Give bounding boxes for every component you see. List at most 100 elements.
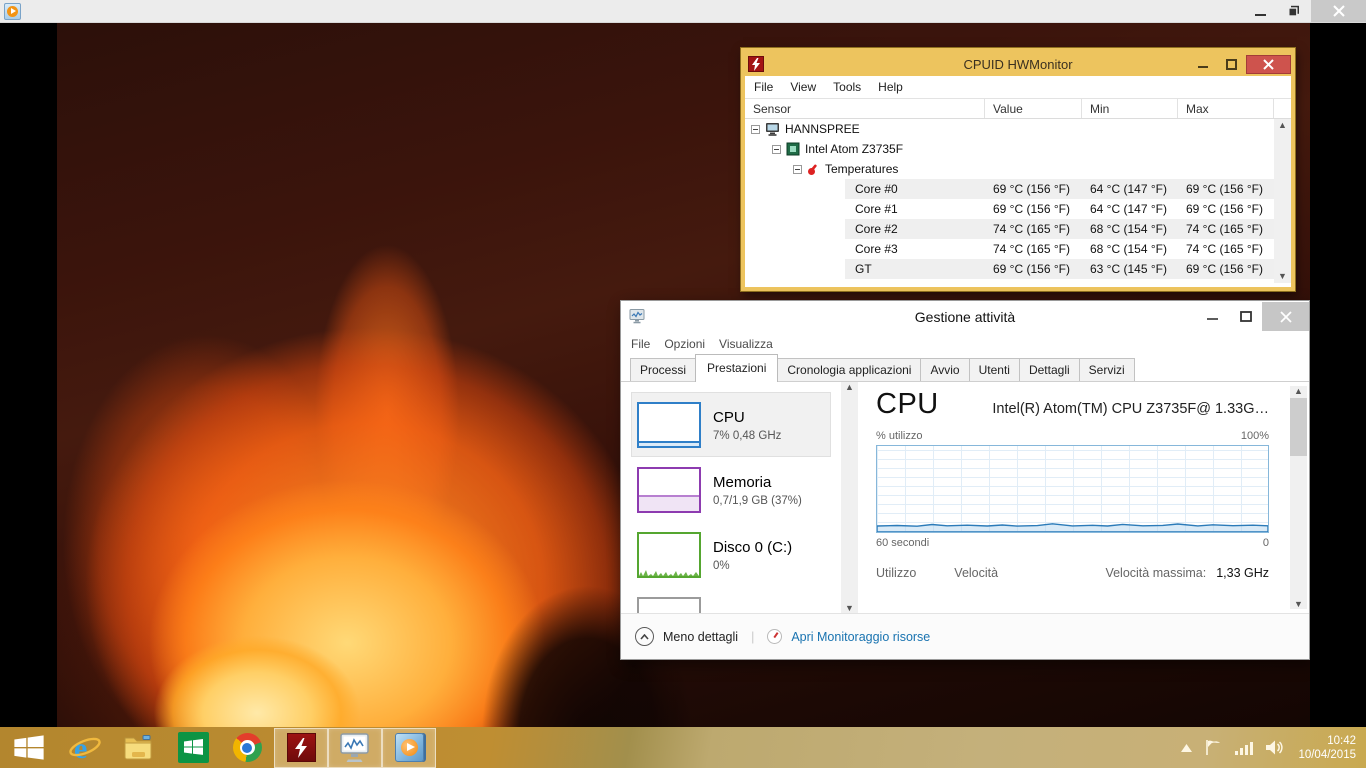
- tab-processi[interactable]: Processi: [630, 358, 696, 382]
- tab-dettagli[interactable]: Dettagli: [1019, 358, 1080, 382]
- sidebar-item-label: Disco 0 (C:): [713, 538, 792, 557]
- tree-row-computer[interactable]: HANNSPREE: [745, 119, 1274, 139]
- task-manager-minimize-button[interactable]: [1196, 302, 1229, 331]
- menu-opzioni[interactable]: Opzioni: [664, 337, 705, 351]
- scroll-up-icon[interactable]: ▲: [1278, 119, 1287, 132]
- taskbar-item-hwmonitor[interactable]: [274, 728, 328, 768]
- open-resource-monitor-link[interactable]: Apri Monitoraggio risorse: [791, 630, 930, 644]
- menu-help[interactable]: Help: [878, 80, 903, 94]
- menu-tools[interactable]: Tools: [833, 80, 861, 94]
- taskbar-clock[interactable]: 10:42 10/04/2015: [1298, 734, 1356, 762]
- task-manager-maximize-button[interactable]: [1229, 302, 1262, 331]
- collapse-box-icon[interactable]: [751, 125, 760, 134]
- sidebar-scrollbar[interactable]: ▲ ▼: [841, 382, 858, 613]
- task-manager-close-button[interactable]: [1262, 302, 1309, 331]
- sensor-row[interactable]: GT 69 °C (156 °F) 63 °C (145 °F) 69 °C (…: [745, 259, 1274, 279]
- cpu-usage-graph: [876, 445, 1269, 533]
- cpu-model: Intel(R) Atom(TM) CPU Z3735F@ 1.33G…: [992, 401, 1269, 417]
- tree-cpu-label: Intel Atom Z3735F: [805, 142, 903, 156]
- hwmonitor-maximize-button[interactable]: [1217, 55, 1246, 74]
- sidebar-item-memoria[interactable]: Memoria 0,7/1,9 GB (37%): [631, 457, 831, 522]
- sensor-min: 63 °C (145 °F): [1082, 262, 1178, 276]
- volume-icon[interactable]: [1266, 740, 1285, 755]
- scroll-up-icon[interactable]: ▲: [1294, 386, 1303, 396]
- close-button[interactable]: [1311, 0, 1366, 22]
- sidebar-item-sub: 7% 0,48 GHz: [713, 430, 781, 442]
- taskbar-item-media-player[interactable]: [382, 728, 436, 768]
- sensor-min: 68 °C (154 °F): [1082, 242, 1178, 256]
- tab-utenti[interactable]: Utenti: [969, 358, 1020, 382]
- stat-utilizzo-label: Utilizzo: [876, 566, 916, 580]
- col-value[interactable]: Value: [985, 99, 1082, 118]
- remote-player-titlebar: [0, 0, 1366, 23]
- panel-scrollbar[interactable]: ▲ ▼: [1290, 386, 1307, 609]
- task-manager-window[interactable]: Gestione attività File Opzioni Visualizz…: [620, 300, 1310, 660]
- windows-logo-icon: [14, 734, 44, 761]
- hwmonitor-window[interactable]: CPUID HWMonitor File View Tools Help Sen…: [741, 48, 1295, 291]
- scroll-down-icon[interactable]: ▼: [845, 603, 854, 613]
- action-center-flag-icon[interactable]: [1205, 740, 1222, 755]
- sensor-row[interactable]: Core #1 69 °C (156 °F) 64 °C (147 °F) 69…: [745, 199, 1274, 219]
- sidebar-item-bluetooth[interactable]: Bluetooth: [631, 587, 831, 613]
- col-sensor[interactable]: Sensor: [745, 99, 985, 118]
- hwmonitor-close-button[interactable]: [1246, 55, 1291, 74]
- hwmonitor-scrollbar[interactable]: ▲ ▼: [1274, 119, 1291, 283]
- menu-visualizza[interactable]: Visualizza: [719, 337, 773, 351]
- tab-avvio[interactable]: Avvio: [920, 358, 969, 382]
- sensor-row[interactable]: Core #2 74 °C (165 °F) 68 °C (154 °F) 74…: [745, 219, 1274, 239]
- media-player-icon: [395, 733, 424, 762]
- taskbar-item-file-explorer[interactable]: [112, 728, 166, 768]
- sensor-row[interactable]: Core #0 69 °C (156 °F) 64 °C (147 °F) 69…: [745, 179, 1274, 199]
- sidebar-item-sub: 0,7/1,9 GB (37%): [713, 495, 802, 507]
- y-axis-label: % utilizzo: [876, 430, 922, 442]
- hwmonitor-titlebar[interactable]: CPUID HWMonitor: [745, 52, 1291, 76]
- network-signal-icon[interactable]: [1235, 741, 1253, 755]
- minimize-icon: [1255, 6, 1266, 17]
- folder-icon: [123, 734, 156, 762]
- lightning-icon: [294, 738, 308, 758]
- tree-row-temperatures[interactable]: Temperatures: [745, 159, 1274, 179]
- tab-prestazioni[interactable]: Prestazioni: [695, 354, 778, 382]
- collapse-box-icon[interactable]: [772, 145, 781, 154]
- x-axis-right-label: 0: [1263, 537, 1269, 549]
- collapse-box-icon[interactable]: [793, 165, 802, 174]
- task-manager-app-icon: [629, 309, 645, 324]
- scroll-up-icon[interactable]: ▲: [845, 382, 854, 392]
- task-manager-tabs: Processi Prestazioni Cronologia applicaz…: [621, 355, 1309, 382]
- sensor-name: Core #3: [745, 242, 985, 256]
- restore-button[interactable]: [1277, 0, 1311, 22]
- taskbar-item-store[interactable]: [166, 728, 220, 768]
- sidebar-item-disco[interactable]: Disco 0 (C:) 0%: [631, 522, 831, 587]
- player-window-icon: [4, 3, 21, 20]
- sidebar-item-cpu[interactable]: CPU 7% 0,48 GHz: [631, 392, 831, 457]
- sensor-max: 69 °C (156 °F): [1178, 202, 1274, 216]
- hwmonitor-menubar: File View Tools Help: [745, 76, 1291, 99]
- tree-row-cpu[interactable]: Intel Atom Z3735F: [745, 139, 1274, 159]
- sensor-row[interactable]: Core #3 74 °C (165 °F) 68 °C (154 °F) 74…: [745, 239, 1274, 259]
- menu-file[interactable]: File: [754, 80, 773, 94]
- menu-file[interactable]: File: [631, 337, 650, 351]
- taskbar-item-internet-explorer[interactable]: e: [58, 728, 112, 768]
- hwmonitor-minimize-button[interactable]: [1188, 55, 1217, 74]
- collapse-details-label[interactable]: Meno dettagli: [663, 630, 738, 644]
- sensor-min: 64 °C (147 °F): [1082, 202, 1178, 216]
- taskbar-item-chrome[interactable]: [220, 728, 274, 768]
- taskbar-item-task-manager[interactable]: [328, 728, 382, 768]
- task-manager-titlebar[interactable]: Gestione attività: [621, 301, 1309, 332]
- scroll-down-icon[interactable]: ▼: [1278, 270, 1287, 283]
- scroll-down-icon[interactable]: ▼: [1294, 599, 1303, 609]
- cpu-heading: CPU: [876, 388, 939, 421]
- minimize-button[interactable]: [1243, 0, 1277, 22]
- start-button[interactable]: [0, 728, 58, 768]
- menu-view[interactable]: View: [790, 80, 816, 94]
- thermometer-icon: [807, 163, 820, 176]
- disk-activity-sparkline: [639, 534, 699, 576]
- scrollbar-thumb[interactable]: [1290, 398, 1307, 456]
- show-hidden-icons[interactable]: [1181, 744, 1192, 752]
- y-axis-max: 100%: [1241, 430, 1269, 442]
- col-max[interactable]: Max: [1178, 99, 1274, 118]
- tab-cronologia[interactable]: Cronologia applicazioni: [777, 358, 921, 382]
- collapse-details-button[interactable]: [635, 627, 654, 646]
- tab-servizi[interactable]: Servizi: [1079, 358, 1135, 382]
- col-min[interactable]: Min: [1082, 99, 1178, 118]
